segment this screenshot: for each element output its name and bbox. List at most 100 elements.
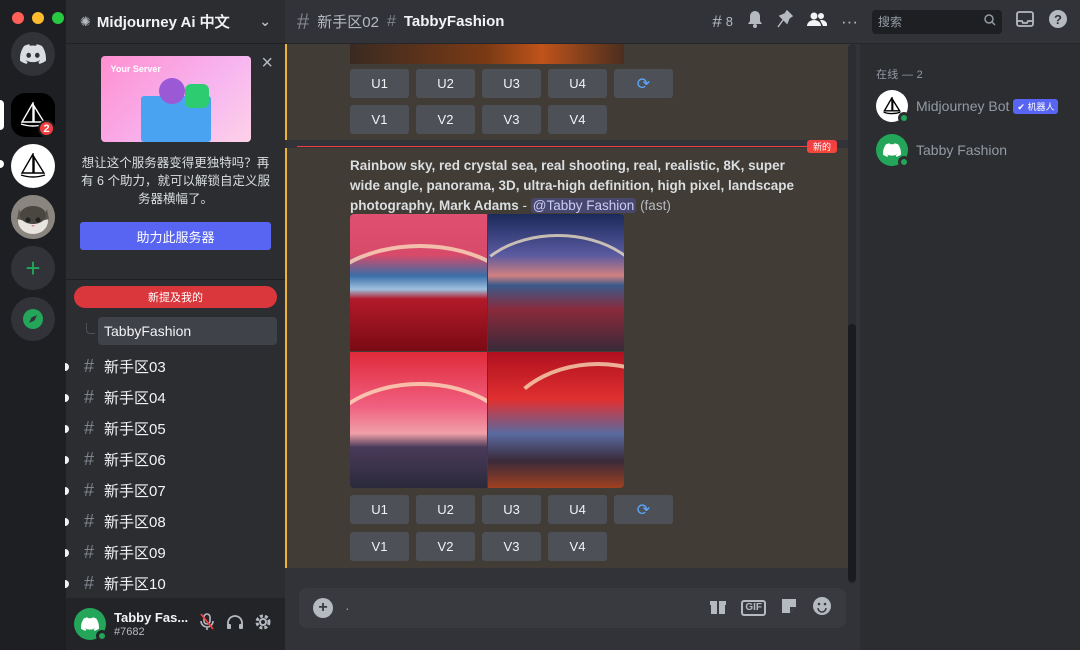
pin-icon[interactable] [777, 9, 794, 33]
user-info[interactable]: Tabby Fas... #7682 [114, 610, 193, 638]
channel-label: 新手区08 [104, 514, 166, 531]
close-icon[interactable]: × [261, 52, 273, 75]
parent-channel-link[interactable]: 新手区02 [317, 11, 379, 32]
discord-logo-icon [20, 44, 46, 64]
help-icon[interactable]: ? [1048, 9, 1068, 34]
upscale-button[interactable]: U3 [482, 495, 541, 524]
generated-image-2[interactable] [487, 214, 624, 351]
chevron-down-icon: ⌄ [259, 13, 271, 29]
members-icon[interactable] [807, 11, 828, 32]
explore-servers-button[interactable] [11, 297, 55, 341]
thread-item-tabbyfashion[interactable]: TabbyFashion [86, 317, 277, 345]
add-attachment-icon[interactable]: + [313, 598, 333, 618]
home-button[interactable] [11, 32, 55, 76]
sailboat-icon [883, 97, 901, 115]
search-input[interactable]: 搜索 [872, 9, 1002, 34]
server-cat-avatar[interactable] [11, 195, 55, 239]
thread-hash-icon: # [83, 387, 94, 407]
channel-sidebar: ✺ Midjourney Ai 中文 ⌄ × Your Server 想让这个服… [65, 0, 285, 650]
mute-mic-icon[interactable] [193, 612, 221, 636]
variation-button[interactable]: V4 [548, 532, 607, 561]
close-window-button[interactable] [12, 12, 24, 24]
channel-item[interactable]: # 新手区09 [65, 537, 285, 568]
variation-button[interactable]: V3 [482, 532, 541, 561]
more-options-icon[interactable]: ··· [841, 12, 858, 32]
threads-icon: # [712, 11, 722, 31]
scrollbar[interactable] [848, 44, 856, 584]
composer-tools: GIF [709, 596, 832, 621]
variation-button[interactable]: V2 [416, 532, 475, 561]
boost-promo: × Your Server 想让这个服务器变得更独特吗？再有 6 个助力，就可以… [66, 44, 285, 280]
upscale-button[interactable]: U2 [416, 69, 475, 98]
member-item[interactable]: Tabby Fashion [876, 130, 1064, 170]
user-panel: Tabby Fas... #7682 [66, 598, 285, 650]
channel-item[interactable]: # 新手区06 [65, 444, 285, 475]
online-status-icon [96, 630, 108, 642]
upscale-button[interactable]: U4 [548, 69, 607, 98]
gear-icon[interactable] [249, 613, 277, 636]
mobile-status-icon [898, 156, 910, 168]
boost-text: 想让这个服务器变得更独特吗？再有 6 个助力，就可以解锁自定义服务器横幅了。 [81, 156, 270, 206]
channel-item[interactable]: # 新手区04 [65, 382, 285, 413]
channel-label: 新手区10 [104, 576, 166, 593]
variation-button[interactable]: V1 [350, 105, 409, 134]
upscale-button[interactable]: U1 [350, 69, 409, 98]
variation-button[interactable]: V4 [548, 105, 607, 134]
previous-image-grid[interactable] [350, 44, 624, 64]
variation-button[interactable]: V2 [416, 105, 475, 134]
maximize-window-button[interactable] [52, 12, 64, 24]
emoji-icon[interactable] [812, 596, 832, 621]
gift-icon[interactable] [709, 597, 727, 620]
channel-item[interactable]: # 新手区07 [65, 475, 285, 506]
scrollbar-thumb[interactable] [848, 324, 856, 582]
generated-image-grid[interactable] [350, 214, 624, 488]
headphones-icon[interactable] [221, 614, 249, 635]
upscale-button[interactable]: U3 [482, 69, 541, 98]
chat-panel: U1 U2 U3 U4 ⟳ V1 V2 V3 V4 新的 Rainbow sky… [285, 44, 860, 650]
inbox-icon[interactable] [1016, 11, 1034, 32]
user-mention[interactable]: @Tabby Fashion [530, 198, 637, 213]
thread-count: 8 [725, 14, 734, 29]
discord-logo-icon [883, 143, 901, 157]
bot-badge-label: 机器人 [1027, 101, 1055, 112]
bell-icon[interactable] [747, 10, 763, 33]
server-header[interactable]: ✺ Midjourney Ai 中文 ⌄ [66, 0, 285, 44]
thread-hash-icon: # [83, 573, 94, 593]
generated-image-3[interactable] [350, 351, 487, 488]
new-messages-divider [297, 146, 835, 147]
channel-item[interactable]: # 新手区10 [65, 568, 285, 599]
reroll-button[interactable]: ⟳ [614, 495, 673, 524]
channel-item[interactable]: # 新手区05 [65, 413, 285, 444]
channel-item[interactable]: # 新手区03 [65, 351, 285, 382]
threads-button[interactable]: # 8 [712, 12, 733, 32]
upscale-button[interactable]: U1 [350, 495, 409, 524]
variation-button[interactable]: V3 [482, 105, 541, 134]
avatar[interactable] [74, 608, 108, 642]
channel-item[interactable]: # 新手区08 [65, 506, 285, 537]
message-content: Rainbow sky, red crystal sea, real shoot… [350, 156, 800, 216]
message-input[interactable]: · [345, 600, 709, 616]
mention-count-badge: 2 [38, 120, 55, 137]
reroll-button[interactable]: ⟳ [614, 69, 673, 98]
generated-image-1[interactable] [350, 214, 487, 351]
svg-text:?: ? [1054, 12, 1062, 27]
channel-list: 新提及我的 TabbyFashion # 新手区03 # 新手区04 # 新手区05 … [65, 280, 285, 599]
member-name: Midjourney Bot [916, 98, 1010, 114]
variation-button[interactable]: V1 [350, 532, 409, 561]
generated-image-4[interactable] [487, 351, 624, 488]
channel-label: 新手区06 [104, 452, 166, 469]
add-server-button[interactable]: + [11, 246, 55, 290]
server-midjourney-cn[interactable] [11, 144, 55, 188]
new-mentions-pill[interactable]: 新提及我的 [74, 286, 277, 308]
thread-hash-icon: # [83, 418, 94, 438]
gif-icon[interactable]: GIF [741, 600, 766, 616]
minimize-window-button[interactable] [32, 12, 44, 24]
upscale-button[interactable]: U4 [548, 495, 607, 524]
upscale-button[interactable]: U2 [416, 495, 475, 524]
avatar [876, 90, 910, 124]
user-tag: #7682 [114, 626, 145, 638]
sticker-icon[interactable] [780, 597, 798, 620]
boost-server-button[interactable]: 助力此服务器 [80, 222, 271, 250]
upscale-button-row: U1 U2 U3 U4 ⟳ [350, 495, 673, 524]
member-item[interactable]: Midjourney Bot ✔ 机器人 [876, 86, 1064, 126]
